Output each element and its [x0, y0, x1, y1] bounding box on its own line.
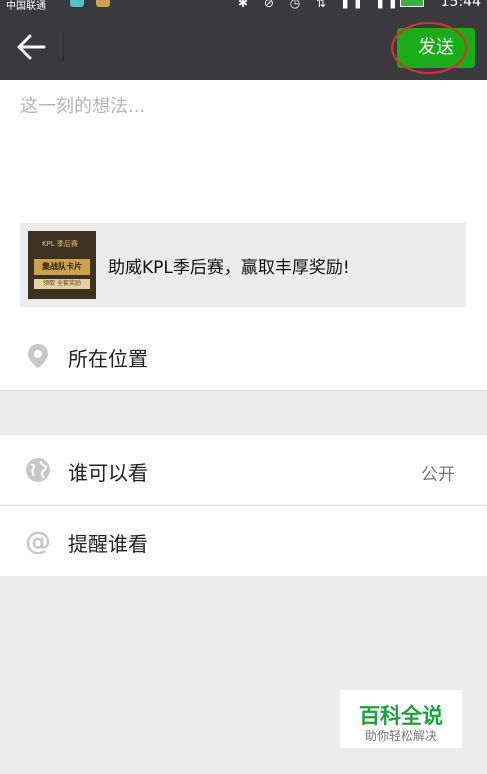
remind-label: 提醒谁看 — [68, 532, 148, 556]
title-bar: 发送 — [0, 14, 487, 80]
carrier-name: 中国联通 — [6, 1, 46, 12]
battery-icon — [400, 0, 424, 7]
shared-link-card[interactable]: KPL 季后赛 集战队卡片 领取 全套奖励 助威KPL季后赛，赢取丰厚奖励! — [20, 223, 466, 307]
app-notification-icon-2 — [96, 0, 110, 7]
shared-link-title: 助威KPL季后赛，赢取丰厚奖励! — [108, 258, 350, 278]
globe-icon — [26, 458, 50, 482]
status-bar: 中国联通 ✱ ⊘ ◷ ⇅ ▮▮ ▮▮ 15:44 — [0, 0, 487, 14]
remind-row[interactable]: @ 提醒谁看 — [0, 506, 487, 576]
location-label: 所在位置 — [68, 347, 148, 371]
thumb-subline: 领取 全套奖励 — [34, 279, 90, 289]
compose-area: KPL 季后赛 集战队卡片 领取 全套奖励 助威KPL季后赛，赢取丰厚奖励! 所… — [0, 80, 487, 391]
signal-icons: ✱ ⊘ ◷ ⇅ ▮▮ ▮▮ — [238, 0, 403, 10]
post-text-input[interactable] — [18, 90, 462, 204]
thumb-logo: KPL 季后赛 — [42, 240, 78, 248]
watermark-sub-text: 助你轻松解决 — [364, 729, 437, 743]
watermark-logo: 百科全说 助你轻松解决 — [340, 690, 462, 748]
title-divider — [63, 32, 64, 62]
back-arrow-icon[interactable] — [14, 32, 48, 62]
visibility-label: 谁可以看 — [68, 461, 148, 485]
row-divider — [0, 390, 487, 391]
shared-link-thumbnail: KPL 季后赛 集战队卡片 领取 全套奖励 — [28, 231, 96, 299]
thumb-badge: 集战队卡片 — [34, 259, 90, 275]
location-pin-icon — [28, 344, 48, 368]
visibility-row[interactable]: 谁可以看 公开 — [0, 435, 487, 505]
at-sign-icon: @ — [25, 528, 51, 554]
status-time: 15:44 — [440, 0, 481, 10]
svg-text:@: @ — [25, 528, 51, 554]
watermark-main-text: 百科全说 — [359, 704, 443, 728]
location-row[interactable]: 所在位置 — [0, 321, 487, 391]
send-button[interactable]: 发送 — [397, 28, 475, 68]
app-notification-icon — [70, 0, 84, 7]
visibility-value: 公开 — [421, 465, 455, 485]
